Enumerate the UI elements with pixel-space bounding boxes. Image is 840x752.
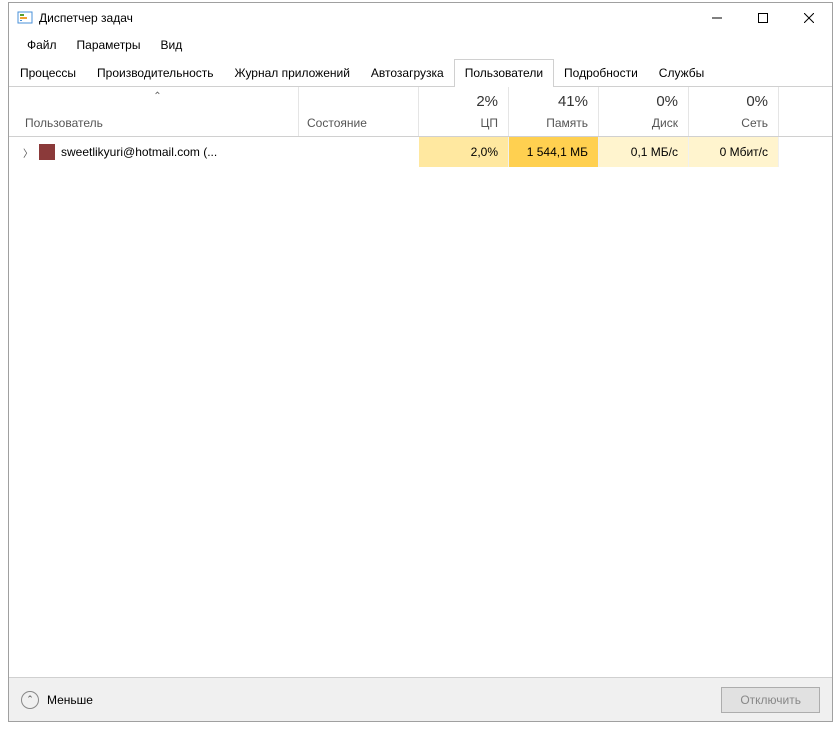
close-button[interactable] xyxy=(786,3,832,33)
column-label-user: Пользователь xyxy=(25,116,290,130)
column-label-network: Сеть xyxy=(741,116,768,130)
network-usage-total: 0% xyxy=(746,93,768,110)
tab-app-history[interactable]: Журнал приложений xyxy=(224,59,361,86)
memory-usage-total: 41% xyxy=(558,93,588,110)
column-label-memory: Память xyxy=(546,116,588,130)
username-text: sweetlikyuri@hotmail.com (... xyxy=(61,145,217,159)
menu-view[interactable]: Вид xyxy=(150,36,192,54)
chevron-up-circle-icon: ⌃ xyxy=(21,691,39,709)
window-title: Диспетчер задач xyxy=(39,11,694,25)
tab-users[interactable]: Пользователи xyxy=(454,59,554,87)
expand-chevron-icon[interactable]: 〉 xyxy=(23,145,33,160)
app-icon xyxy=(17,10,33,26)
maximize-button[interactable] xyxy=(740,3,786,33)
tab-performance[interactable]: Производительность xyxy=(86,59,224,86)
table-body[interactable]: 〉 sweetlikyuri@hotmail.com (... 2,0% 1 5… xyxy=(9,137,832,677)
table-header: ⌃ Пользователь Состояние 2% ЦП 41% Памят… xyxy=(9,87,832,137)
cell-memory: 1 544,1 МБ xyxy=(509,137,599,167)
cell-cpu: 2,0% xyxy=(419,137,509,167)
column-header-memory[interactable]: 41% Память xyxy=(509,87,599,136)
fewer-details-button[interactable]: ⌃ Меньше xyxy=(21,691,93,709)
user-row[interactable]: 〉 sweetlikyuri@hotmail.com (... 2,0% 1 5… xyxy=(9,137,832,167)
menubar: Файл Параметры Вид xyxy=(9,33,832,57)
column-header-status[interactable]: Состояние xyxy=(299,87,419,136)
minimize-button[interactable] xyxy=(694,3,740,33)
titlebar[interactable]: Диспетчер задач xyxy=(9,3,832,33)
cell-user: 〉 sweetlikyuri@hotmail.com (... xyxy=(9,137,299,167)
cell-disk: 0,1 МБ/с xyxy=(599,137,689,167)
column-label-cpu: ЦП xyxy=(480,116,498,130)
tab-processes[interactable]: Процессы xyxy=(9,59,87,86)
column-label-status: Состояние xyxy=(307,116,367,130)
menu-file[interactable]: Файл xyxy=(17,36,67,54)
disconnect-button[interactable]: Отключить xyxy=(721,687,820,713)
column-header-network[interactable]: 0% Сеть xyxy=(689,87,779,136)
window-controls xyxy=(694,3,832,33)
column-header-disk[interactable]: 0% Диск xyxy=(599,87,689,136)
column-label-disk: Диск xyxy=(652,116,678,130)
fewer-label: Меньше xyxy=(47,693,93,707)
column-header-cpu[interactable]: 2% ЦП xyxy=(419,87,509,136)
menu-options[interactable]: Параметры xyxy=(67,36,151,54)
task-manager-window: Диспетчер задач Файл Параметры Вид Проце… xyxy=(8,2,833,722)
sort-indicator-icon: ⌃ xyxy=(25,93,290,101)
tab-strip: Процессы Производительность Журнал прило… xyxy=(9,57,832,87)
disk-usage-total: 0% xyxy=(656,93,678,110)
cell-status xyxy=(299,137,419,167)
cell-network: 0 Мбит/с xyxy=(689,137,779,167)
user-avatar-icon xyxy=(39,144,55,160)
tab-services[interactable]: Службы xyxy=(648,59,715,86)
footer: ⌃ Меньше Отключить xyxy=(9,677,832,721)
column-header-user[interactable]: ⌃ Пользователь xyxy=(9,87,299,136)
tab-startup[interactable]: Автозагрузка xyxy=(360,59,455,86)
tab-details[interactable]: Подробности xyxy=(553,59,649,86)
cpu-usage-total: 2% xyxy=(476,93,498,110)
content-area: ⌃ Пользователь Состояние 2% ЦП 41% Памят… xyxy=(9,87,832,677)
